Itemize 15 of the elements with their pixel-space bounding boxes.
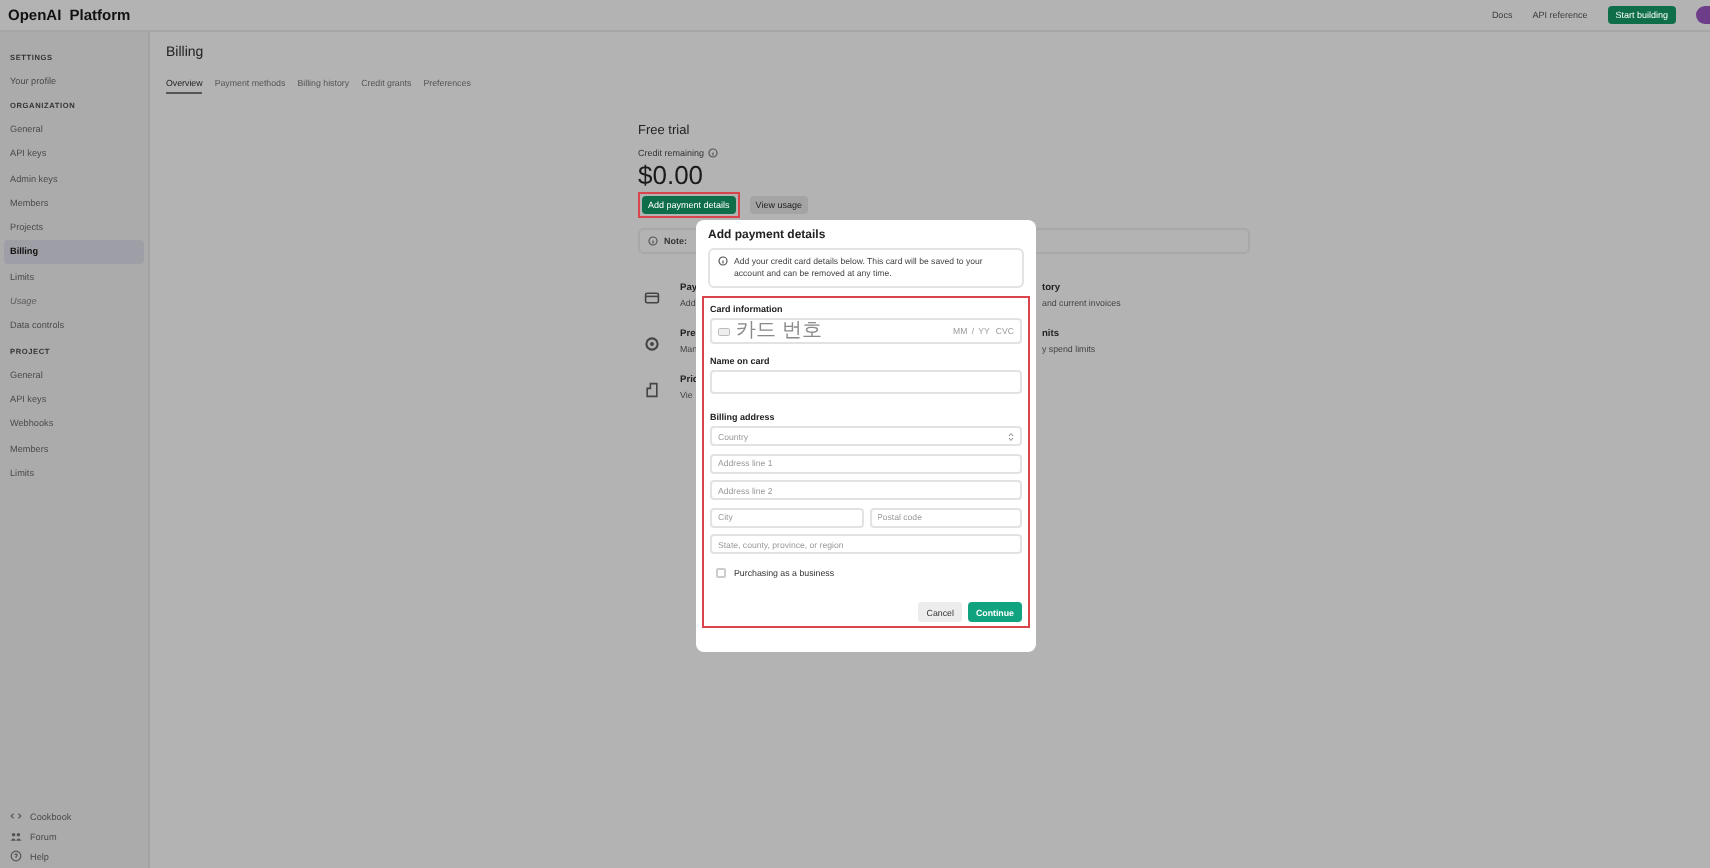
info-icon bbox=[718, 256, 728, 266]
card-placeholder: 카드 번호 bbox=[736, 321, 822, 342]
updown-icon bbox=[1008, 431, 1014, 442]
card-icon bbox=[718, 327, 730, 336]
people-icon bbox=[10, 830, 22, 842]
avatar[interactable] bbox=[1696, 6, 1710, 24]
help-icon bbox=[10, 850, 22, 862]
business-checkbox[interactable] bbox=[716, 568, 726, 579]
info-icon bbox=[708, 148, 719, 158]
gear-icon bbox=[644, 336, 660, 352]
card-icon bbox=[644, 290, 660, 306]
code-icon bbox=[10, 810, 22, 822]
info-icon bbox=[648, 236, 658, 246]
name-field[interactable] bbox=[710, 370, 1022, 395]
credit-amount: $0.00 bbox=[638, 160, 706, 190]
